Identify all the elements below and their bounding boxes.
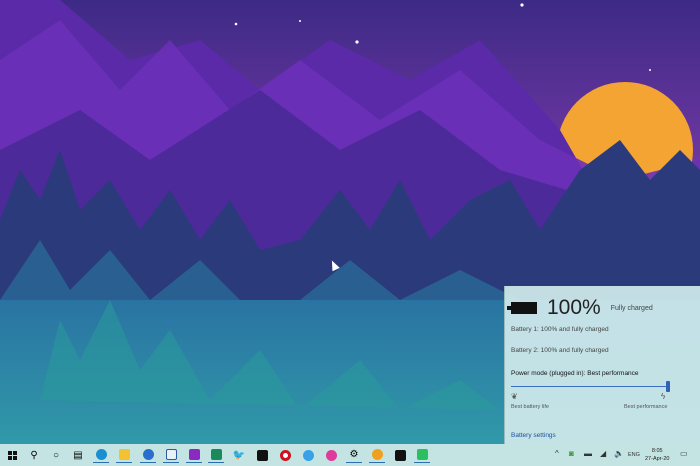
notepad-icon (165, 449, 177, 460)
globe-icon (302, 449, 314, 461)
volume-icon[interactable]: 🔈 (614, 449, 624, 458)
monitor-icon (256, 449, 268, 461)
clock[interactable]: 8:05 27-Apr-20 (645, 447, 669, 463)
clock-date: 27-Apr-20 (645, 456, 670, 462)
power-mode-slider-track[interactable] (511, 386, 669, 387)
task-view-button[interactable]: ▤ (70, 447, 86, 463)
opera-icon (279, 449, 291, 461)
battery1-status: Battery 1: 100% and fully charged (511, 326, 609, 333)
taskbar-spotify[interactable] (414, 447, 430, 463)
battery-percent: 100% (547, 296, 601, 319)
taskbar: ⚲ ○ ▤ 🐦 ⚙ ^ ◙ ▬ ◢ 🔈 ENG 8:05 27-Apr-20 ▭ (0, 444, 700, 466)
taskbar-store[interactable] (392, 447, 408, 463)
taskbar-task-monitor[interactable] (254, 447, 270, 463)
taskbar-inkscape[interactable]: 🐦 (231, 447, 247, 463)
taskbar-help[interactable] (323, 447, 339, 463)
best-battery-life-label: Best battery life (511, 404, 549, 410)
clock-time: 8:05 (651, 448, 663, 454)
spotify-icon (416, 449, 428, 460)
gear-icon: ⚙ (349, 449, 359, 460)
battery-tray-icon[interactable]: ▬ (584, 449, 592, 458)
taskbar-file-explorer[interactable] (116, 447, 132, 463)
power-mode-label: Power mode (plugged in): Best performanc… (511, 370, 639, 377)
windows-icon (7, 450, 17, 460)
leaf-icon: ❦ (511, 392, 518, 401)
task-view-icon: ▤ (73, 449, 83, 461)
battery-status: Fully charged (610, 304, 653, 312)
whatsapp-icon (210, 449, 222, 460)
best-performance-label: Best performance (624, 404, 668, 410)
search-icon: ⚲ (30, 449, 38, 461)
taskbar-edge[interactable] (93, 447, 109, 463)
cortana-button[interactable]: ○ (48, 447, 64, 463)
taskbar-notepad[interactable] (163, 447, 179, 463)
taskbar-whatsapp[interactable] (208, 447, 224, 463)
battery2-status: Battery 2: 100% and fully charged (511, 347, 609, 354)
start-button[interactable] (4, 447, 20, 463)
taskbar-thunderbird[interactable] (140, 447, 156, 463)
taskbar-settings[interactable]: ⚙ (346, 447, 362, 463)
store-icon (394, 449, 406, 461)
language-indicator[interactable]: ENG (628, 452, 640, 458)
inkscape-icon: 🐦 (232, 449, 246, 461)
battery-flyout: 100% Fully charged Battery 1: 100% and f… (504, 286, 700, 444)
help-icon (325, 449, 337, 461)
onenote-icon (188, 449, 200, 460)
battery-icon (507, 302, 537, 314)
search-button[interactable]: ⚲ (26, 447, 42, 463)
cortana-icon: ○ (52, 449, 60, 461)
battery-settings-link[interactable]: Battery settings (511, 432, 556, 439)
chrome-canary-icon (371, 449, 383, 460)
sync-icon[interactable]: ◙ (569, 449, 574, 458)
taskbar-chrome-canary[interactable] (369, 447, 385, 463)
taskbar-onenote[interactable] (186, 447, 202, 463)
lightning-icon: ϟ (661, 392, 666, 401)
chevron-up-icon[interactable]: ^ (555, 449, 559, 458)
notification-icon[interactable]: ▭ (680, 449, 688, 458)
folder-icon (118, 449, 130, 460)
taskbar-browser[interactable] (300, 447, 316, 463)
edge-icon (95, 449, 107, 460)
power-mode-slider-thumb[interactable] (666, 381, 670, 392)
thunderbird-icon (142, 449, 154, 460)
taskbar-opera[interactable] (277, 447, 293, 463)
wifi-icon[interactable]: ◢ (600, 449, 606, 458)
